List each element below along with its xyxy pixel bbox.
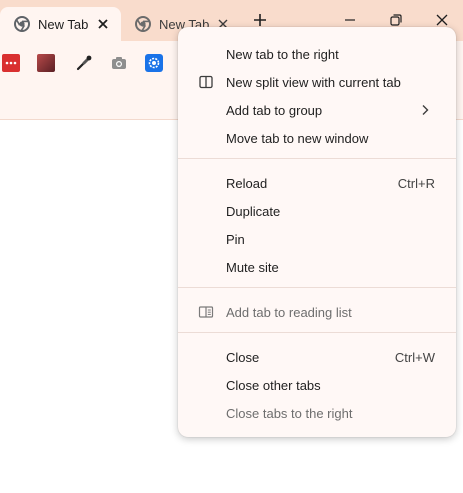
menu-separator (178, 287, 456, 288)
reading-list-icon (198, 306, 214, 318)
close-icon (436, 14, 448, 26)
camera-icon[interactable] (110, 54, 128, 72)
menu-item-new-tab-right[interactable]: New tab to the right (178, 40, 456, 68)
menu-item-add-to-group[interactable]: Add tab to group (178, 96, 456, 124)
close-icon[interactable] (95, 16, 111, 32)
menu-item-move-to-window[interactable]: Move tab to new window (178, 124, 456, 152)
minimize-icon (345, 19, 355, 21)
tab-context-menu: New tab to the right New split view with… (178, 27, 456, 437)
menu-separator (178, 158, 456, 159)
chrome-icon (135, 16, 151, 32)
menu-item-close-tabs-right[interactable]: Close tabs to the right (178, 399, 456, 427)
restore-icon (390, 14, 402, 26)
menu-item-pin[interactable]: Pin (178, 225, 456, 253)
photo-extension-icon[interactable] (37, 54, 55, 72)
tab-title: New Tab (38, 16, 89, 32)
chevron-right-icon (422, 105, 429, 115)
menu-item-close[interactable]: Close Ctrl+W (178, 343, 456, 371)
gear-extension-icon[interactable] (145, 54, 163, 72)
shortcut-label: Ctrl+R (397, 176, 435, 191)
menu-item-duplicate[interactable]: Duplicate (178, 197, 456, 225)
menu-item-reload[interactable]: Reload Ctrl+R (178, 169, 456, 197)
split-view-icon (199, 75, 213, 89)
menu-item-mute-site[interactable]: Mute site (178, 253, 456, 281)
eyedropper-icon[interactable] (75, 54, 93, 72)
tab-active[interactable]: New Tab (0, 7, 121, 41)
menu-item-reading-list[interactable]: Add tab to reading list (178, 298, 456, 326)
plus-icon (254, 14, 266, 26)
red-dots-extension-icon[interactable] (2, 54, 20, 72)
menu-item-close-other-tabs[interactable]: Close other tabs (178, 371, 456, 399)
menu-separator (178, 332, 456, 333)
chrome-icon (14, 16, 30, 32)
shortcut-label: Ctrl+W (394, 350, 435, 365)
menu-item-new-split-view[interactable]: New split view with current tab (178, 68, 456, 96)
